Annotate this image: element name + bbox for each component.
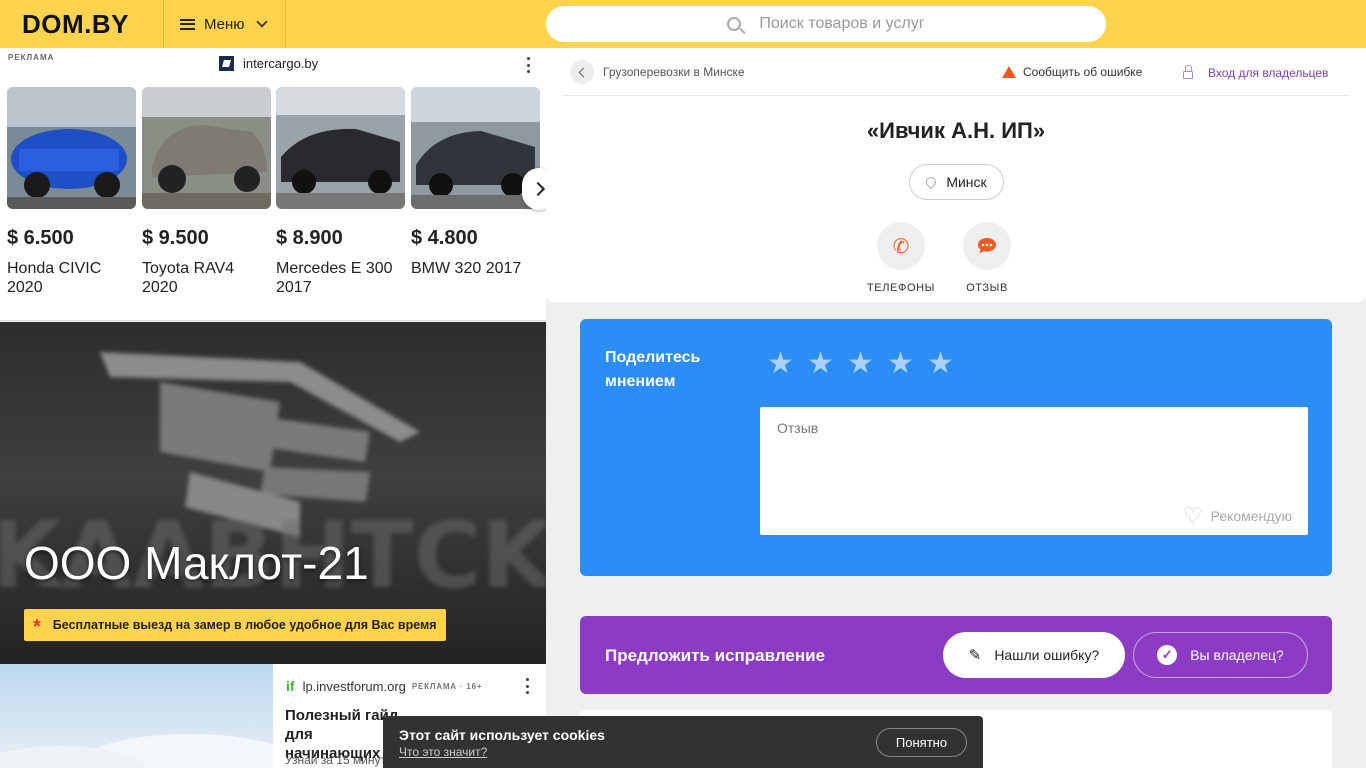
search-placeholder: Поиск товаров и услуг	[759, 15, 925, 32]
car-card[interactable]: $ 9.500 Toyota RAV4 2020	[142, 87, 271, 297]
invest-ad-subtitle: Узнай за 15 минут	[285, 753, 387, 767]
are-owner-label: Вы владелец?	[1190, 647, 1284, 663]
hamburger-icon	[180, 18, 195, 30]
car-image	[7, 87, 136, 209]
cookie-info-link[interactable]: Что это значит?	[399, 745, 487, 759]
company-title: «Ивчик А.Н. ИП»	[866, 118, 1046, 143]
recommend-label: Рекомендую	[1210, 508, 1292, 524]
phones-label: ТЕЛЕФОНЫ	[866, 282, 935, 294]
investforum-logo-icon: if	[286, 678, 295, 694]
chat-bubble-icon	[963, 222, 1011, 270]
car-price: $ 8.900	[276, 227, 343, 249]
location-pin-icon	[924, 174, 939, 190]
menu-button[interactable]: Меню	[163, 0, 286, 48]
search-input[interactable]: Поиск товаров и услуг	[546, 6, 1106, 42]
cookie-accept-button[interactable]: Понятно	[876, 728, 967, 757]
correction-label: Предложить исправление	[605, 646, 826, 665]
chevron-down-icon	[255, 15, 268, 28]
car-card[interactable]: $ 4.800 BMW 320 2017	[411, 87, 540, 278]
phones-button[interactable]: ✆ ТЕЛЕФОНЫ	[866, 222, 936, 294]
car-price: $ 6.500	[7, 227, 74, 249]
company-card: Грузоперевозки в Минске Сообщить об ошиб…	[546, 48, 1366, 302]
car-image	[142, 87, 271, 209]
car-name: BMW 320 2017	[411, 260, 522, 277]
divider	[562, 95, 1350, 96]
pencil-icon: ✎	[968, 647, 982, 664]
are-owner-button[interactable]: ✓ Вы владелец?	[1133, 632, 1308, 678]
found-error-label: Нашли ошибку?	[994, 647, 1100, 663]
city-chip[interactable]: Минск	[909, 164, 1004, 200]
check-icon: ✓	[1157, 645, 1178, 665]
car-price: $ 9.500	[142, 227, 209, 249]
cookie-banner: Этот сайт использует cookies Что это зна…	[383, 716, 983, 768]
star-icon[interactable]: ★	[927, 349, 967, 379]
car-card[interactable]: $ 6.500 Honda CIVIC 2020	[7, 87, 136, 297]
report-error-label: Сообщить об ошибке	[1023, 65, 1143, 79]
star-icon[interactable]: ★	[767, 349, 807, 379]
owner-login-link[interactable]: Вход для владельцев	[1183, 65, 1329, 80]
review-label: ОТЗЫВ	[966, 282, 1008, 294]
review-form: Поделитесь мнением ★ ★ ★ ★ ★ Отзыв ♡ Рек…	[580, 319, 1332, 576]
ad-source[interactable]: intercargo.by	[219, 56, 318, 71]
ad-label: РЕКЛАМА	[8, 53, 55, 62]
star-icon[interactable]: ★	[847, 349, 887, 379]
breadcrumb-link[interactable]: Грузоперевозки в Минске	[603, 65, 745, 79]
search-icon	[727, 17, 742, 31]
phone-icon: ✆	[877, 222, 925, 270]
intercargo-favicon-icon	[219, 56, 234, 71]
invest-ad-source[interactable]: if lp.investforum.org РЕКЛАМА · 16+	[286, 678, 482, 694]
ad-source-label: intercargo.by	[243, 56, 319, 71]
more-options-icon[interactable]	[526, 678, 530, 694]
star-icon[interactable]: ★	[807, 349, 847, 379]
found-error-button[interactable]: ✎ Нашли ошибку?	[943, 632, 1125, 678]
review-textarea[interactable]: Отзыв ♡ Рекомендую	[760, 407, 1308, 535]
review-placeholder: Отзыв	[777, 420, 819, 436]
car-ad-block: РЕКЛАМА intercargo.by $ 6.500 Honda CIVI…	[0, 48, 556, 321]
car-name: Toyota RAV4 2020	[142, 260, 235, 296]
sky-image	[0, 664, 300, 768]
company-banner[interactable]: KAABHTCKY ООО Маклот-21 * Бесплатные вые…	[0, 322, 546, 664]
back-arrow-icon[interactable]	[570, 60, 594, 84]
banner-badge: * Бесплатные выезд на замер в любое удоб…	[24, 609, 446, 641]
lock-icon	[1183, 65, 1193, 79]
car-image	[276, 87, 405, 209]
invest-ad-source-label: lp.investforum.org	[302, 678, 406, 694]
warning-icon	[1002, 66, 1016, 78]
top-bar: DOM.BY Меню Поиск товаров и услуг	[0, 0, 1366, 48]
site-logo[interactable]: DOM.BY	[22, 9, 129, 40]
heart-icon: ♡	[1182, 503, 1203, 528]
car-image	[411, 87, 540, 209]
review-button[interactable]: ОТЗЫВ	[952, 222, 1022, 294]
banner-company-name: ООО Маклот-21	[24, 537, 369, 589]
city-label: Минск	[946, 174, 987, 190]
rating-stars[interactable]: ★ ★ ★ ★ ★	[767, 349, 967, 379]
banner-badge-text: Бесплатные выезд на замер в любое удобно…	[52, 618, 437, 632]
more-options-icon[interactable]	[527, 57, 531, 73]
star-icon[interactable]: ★	[887, 349, 927, 379]
report-error-link[interactable]: Сообщить об ошибке	[1002, 65, 1142, 79]
review-heading: Поделитесь мнением	[605, 349, 701, 390]
correction-panel: Предложить исправление ✎ Нашли ошибку? ✓…	[580, 616, 1332, 694]
breadcrumb[interactable]: Грузоперевозки в Минске	[570, 60, 745, 84]
car-name: Mercedes E 300 2017	[276, 260, 393, 296]
car-price: $ 4.800	[411, 227, 478, 249]
cookie-title: Этот сайт использует cookies	[399, 727, 605, 743]
owner-login-label: Вход для владельцев	[1208, 66, 1329, 80]
recommend-toggle[interactable]: ♡ Рекомендую	[1182, 503, 1292, 528]
car-name: Honda CIVIC 2020	[7, 260, 102, 296]
ad-label: РЕКЛАМА · 16+	[411, 681, 483, 691]
menu-label: Меню	[204, 15, 245, 33]
asterisk-icon: *	[33, 616, 41, 638]
car-card[interactable]: $ 8.900 Mercedes E 300 2017	[276, 87, 405, 297]
